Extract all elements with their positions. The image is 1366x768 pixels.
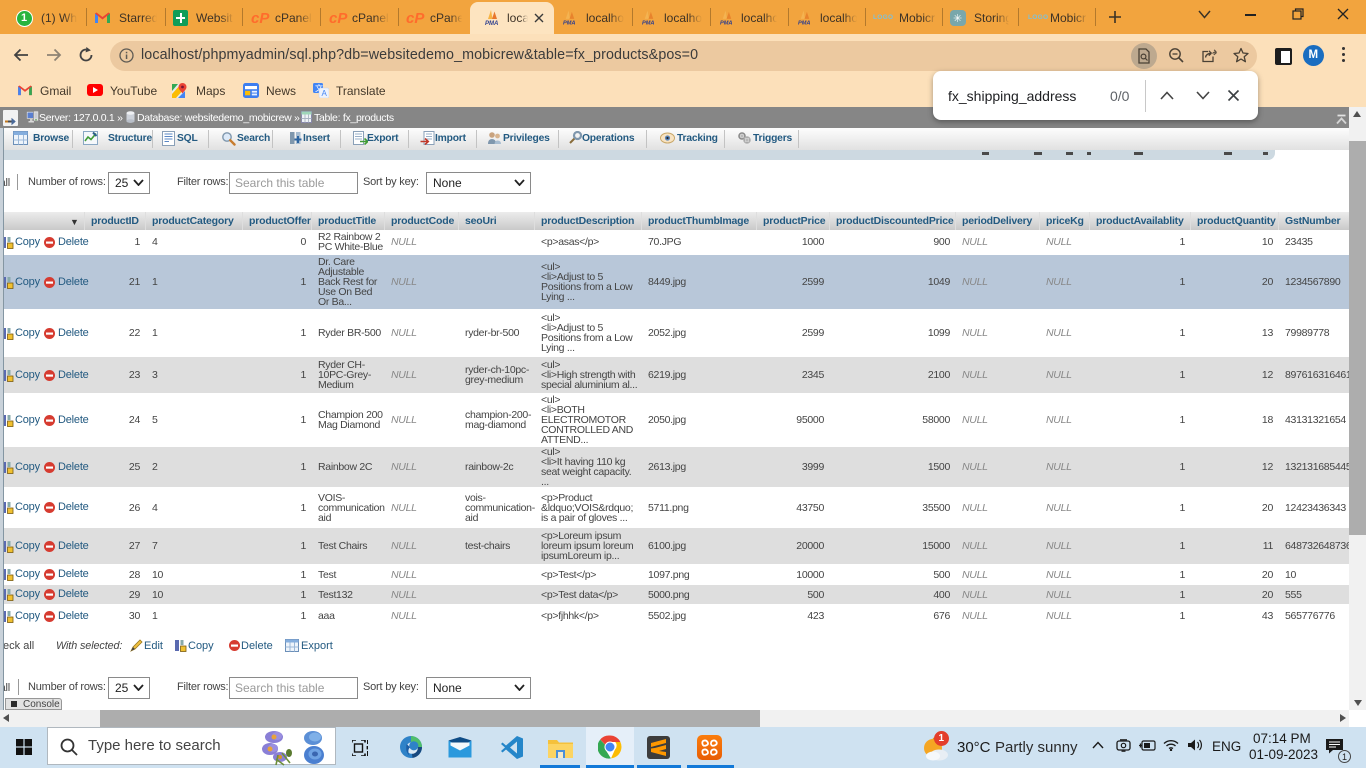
svg-text:PMA: PMA: [720, 21, 733, 26]
svg-text:A: A: [322, 89, 328, 98]
svg-text:PMA: PMA: [485, 21, 498, 26]
svg-text:PMA: PMA: [798, 21, 811, 26]
svg-text:PMA: PMA: [563, 21, 576, 26]
svg-text:PMA: PMA: [642, 21, 655, 26]
